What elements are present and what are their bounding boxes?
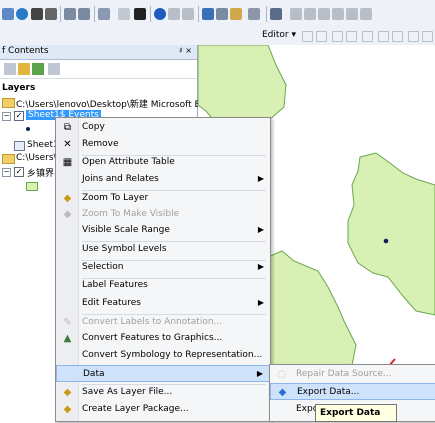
point-symbol xyxy=(26,127,30,131)
find-icon[interactable] xyxy=(202,8,214,20)
polygon-symbol xyxy=(26,182,38,191)
menu-item-joins-and-relates[interactable]: Joins and Relates ▶ xyxy=(56,171,270,188)
list-by-visibility-icon[interactable] xyxy=(32,63,44,75)
edit-tool-icon[interactable] xyxy=(392,31,403,42)
tooltip-export-data: Export Data xyxy=(315,404,397,422)
table-icon xyxy=(14,141,25,151)
edit-tool-icon[interactable] xyxy=(332,31,343,42)
table-sheet1[interactable]: Sheet1 xyxy=(27,140,59,150)
toolbar-tool-icon[interactable] xyxy=(304,8,316,20)
menu-item-zoom-to-make-visible[interactable]: ◆ Zoom To Make Visible xyxy=(56,206,270,223)
layer-visibility-checkbox[interactable]: ✓ xyxy=(14,167,24,177)
remove-icon: ✕ xyxy=(63,139,72,150)
main-toolbar xyxy=(0,0,435,29)
fixed-zoom-icon[interactable] xyxy=(45,8,57,20)
toc-toolbar xyxy=(0,60,197,79)
menu-item-selection[interactable]: Selection ▶ xyxy=(56,259,270,276)
toolbar-tool-icon[interactable] xyxy=(332,8,344,20)
toolbar-tool-icon[interactable] xyxy=(346,8,358,20)
submenu-arrow-icon: ▶ xyxy=(256,369,263,378)
time-slider-icon[interactable] xyxy=(248,8,260,20)
menu-item-data[interactable]: Data ▶ xyxy=(56,365,270,382)
graphics-icon: ▲ xyxy=(63,333,72,344)
menu-item-export-data[interactable]: ◆ Export Data... xyxy=(270,383,435,400)
folder-icon xyxy=(2,154,15,164)
clear-selection-icon[interactable] xyxy=(118,8,130,20)
collapse-icon[interactable]: − xyxy=(2,168,11,177)
edit-tool-icon[interactable] xyxy=(408,31,419,42)
edit-tool-icon[interactable] xyxy=(378,31,389,42)
collapse-icon[interactable]: − xyxy=(2,112,11,121)
layer-context-menu: ⧉ Copy ✕ Remove ▦ Open Attribute Table J… xyxy=(55,117,271,422)
list-by-source-icon[interactable] xyxy=(18,63,30,75)
folder-icon xyxy=(2,98,15,108)
submenu-arrow-icon: ▶ xyxy=(257,298,264,307)
html-popup-icon[interactable] xyxy=(168,8,180,20)
edit-tool-icon[interactable] xyxy=(302,31,313,42)
event-point xyxy=(383,238,389,244)
submenu-arrow-icon: ▶ xyxy=(257,225,264,234)
submenu-arrow-icon: ▶ xyxy=(257,174,264,183)
package-icon: ◆ xyxy=(63,404,72,415)
submenu-arrow-icon: ▶ xyxy=(257,262,264,271)
select-features-icon[interactable] xyxy=(98,8,110,20)
data-source-path-2[interactable]: C:\Users\ xyxy=(16,153,57,163)
find-route-icon[interactable] xyxy=(230,8,242,20)
menu-item-zoom-to-layer[interactable]: ◆ Zoom To Layer xyxy=(56,190,270,207)
layout-icon[interactable] xyxy=(270,8,282,20)
editor-menu[interactable]: Editor ▾ xyxy=(262,30,296,40)
list-by-drawing-order-icon[interactable] xyxy=(4,63,16,75)
repair-icon: ◌ xyxy=(277,369,286,380)
toolbar-tool-icon[interactable] xyxy=(360,8,372,20)
layer-township-boundary[interactable]: 乡镇界 xyxy=(27,166,54,179)
edit-tool-icon[interactable] xyxy=(346,31,357,42)
menu-item-visible-scale-range[interactable]: Visible Scale Range ▶ xyxy=(56,222,270,239)
menu-item-open-attribute-table[interactable]: ▦ Open Attribute Table xyxy=(56,154,270,171)
measure-icon[interactable] xyxy=(216,8,228,20)
zoom-visible-icon: ◆ xyxy=(63,209,72,220)
layer-visibility-checkbox[interactable]: ✓ xyxy=(14,111,24,121)
menu-item-use-symbol-levels[interactable]: Use Symbol Levels xyxy=(56,241,270,258)
menu-item-convert-labels-to-annotation[interactable]: ✎ Convert Labels to Annotation... xyxy=(56,314,270,331)
menu-item-convert-symbology[interactable]: Convert Symbology to Representation... xyxy=(56,347,270,364)
menu-item-save-as-layer-file[interactable]: ◆ Save As Layer File... xyxy=(56,384,270,401)
menu-item-edit-features[interactable]: Edit Features ▶ xyxy=(56,295,270,312)
toc-title: f Contents xyxy=(2,46,49,56)
edit-tool-icon[interactable] xyxy=(362,31,373,42)
data-source-path[interactable]: C:\Users\lenovo\Desktop\新建 Microsoft Ex xyxy=(16,97,206,110)
toolbar-tool-icon[interactable] xyxy=(290,8,302,20)
tooltip-title: Export Data xyxy=(320,408,381,418)
layer-file-icon: ◆ xyxy=(63,387,72,398)
copy-icon: ⧉ xyxy=(63,122,72,133)
menu-item-create-layer-package[interactable]: ◆ Create Layer Package... xyxy=(56,401,270,418)
edit-tool-icon[interactable] xyxy=(422,31,433,42)
hyperlink-icon[interactable] xyxy=(182,8,194,20)
globe-icon[interactable] xyxy=(16,8,28,20)
table-icon: ▦ xyxy=(62,157,73,168)
annotation-icon: ✎ xyxy=(63,317,72,328)
toc-header: f Contents ♯ × xyxy=(0,45,197,60)
menu-item-label-features[interactable]: Label Features xyxy=(56,277,270,294)
edit-tool-icon[interactable] xyxy=(316,31,327,42)
menu-item-copy[interactable]: ⧉ Copy xyxy=(56,119,270,136)
select-elements-icon[interactable] xyxy=(134,8,146,20)
forward-icon[interactable] xyxy=(78,8,90,20)
menu-item-convert-features-to-graphics[interactable]: ▲ Convert Features to Graphics... xyxy=(56,330,270,347)
zoom-to-layer-icon: ◆ xyxy=(63,193,72,204)
export-data-icon: ◆ xyxy=(278,387,287,398)
identify-icon[interactable] xyxy=(154,8,166,20)
back-icon[interactable] xyxy=(64,8,76,20)
menu-item-remove[interactable]: ✕ Remove xyxy=(56,136,270,153)
pan-icon[interactable] xyxy=(2,8,14,20)
layers-root[interactable]: Layers xyxy=(2,83,35,93)
full-extent-icon[interactable] xyxy=(31,8,43,20)
editor-toolbar: Editor ▾ xyxy=(0,28,435,46)
list-by-selection-icon[interactable] xyxy=(48,63,60,75)
toc-pin-close[interactable]: ♯ × xyxy=(179,46,192,55)
toolbar-tool-icon[interactable] xyxy=(318,8,330,20)
polygon-right xyxy=(347,152,435,316)
menu-item-repair-data-source[interactable]: ◌ Repair Data Source... xyxy=(270,366,435,383)
